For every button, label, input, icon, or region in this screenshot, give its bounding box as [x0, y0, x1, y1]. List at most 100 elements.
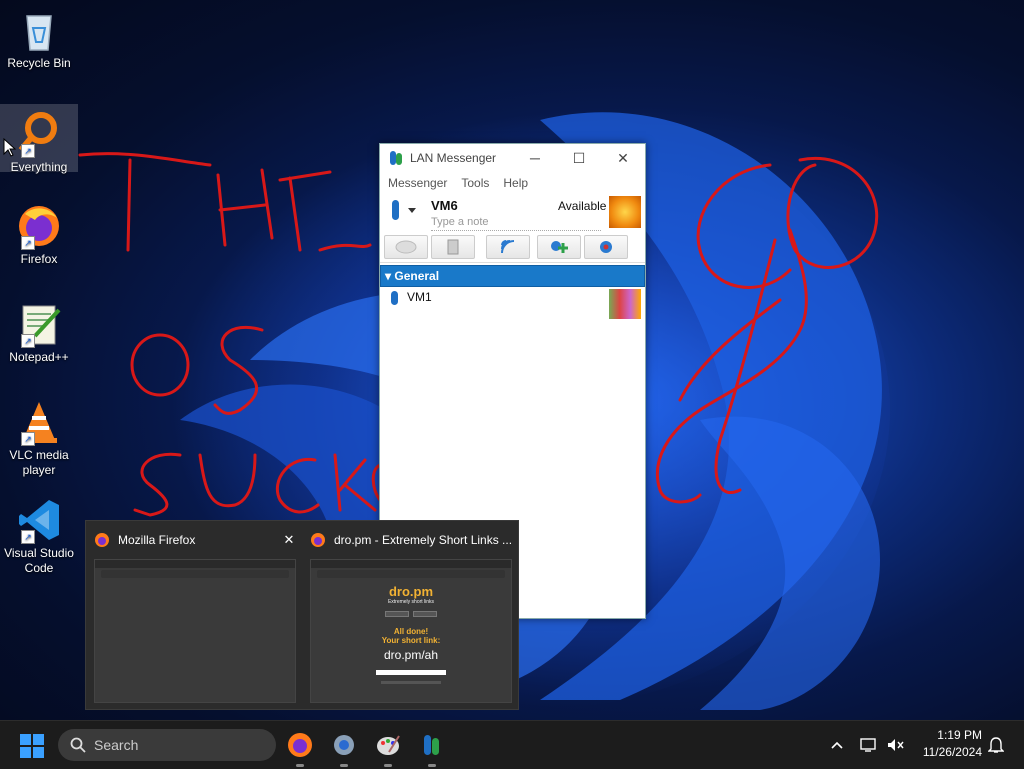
group-header-general[interactable]: ▾ General: [380, 265, 645, 287]
user-panel: VM6 Available Type a note: [380, 194, 645, 232]
desktop-icon-recycle-bin[interactable]: Recycle Bin: [0, 0, 78, 76]
lan-messenger-icon: [424, 735, 439, 755]
contact-item[interactable]: VM1: [380, 287, 645, 321]
vlc-cone-icon: ↗: [15, 398, 63, 446]
clock[interactable]: 1:19 PM 11/26/2024: [904, 727, 982, 761]
shortcut-arrow-icon: ↗: [21, 432, 35, 446]
user-name: VM6: [431, 198, 458, 213]
dropm-tagline: Extremely short links: [387, 599, 435, 605]
shortcut-arrow-icon: ↗: [21, 530, 35, 544]
desktop-icon-label: Everything: [10, 160, 68, 174]
dropm-done: All done!: [393, 627, 429, 636]
running-indicator: [296, 764, 304, 767]
contact-status-icon: [391, 291, 398, 305]
settings-button[interactable]: [584, 235, 628, 259]
running-indicator: [340, 764, 348, 767]
search-icon: [70, 737, 86, 753]
dropm-your-link: Your short link:: [381, 636, 441, 645]
tray-chevron[interactable]: [830, 721, 846, 769]
clock-date: 11/26/2024: [922, 745, 982, 759]
add-contact-button[interactable]: [537, 235, 581, 259]
notepad-plus-plus-icon: ↗: [15, 300, 63, 348]
desktop-icon-vscode[interactable]: ↗ Visual Studio Code: [0, 490, 78, 580]
thumbnail-dropm-window[interactable]: dro.pm - Extremely Short Links ... dro.p…: [302, 521, 518, 709]
tray-network[interactable]: [860, 721, 880, 769]
toolbar: [380, 232, 645, 263]
firefox-icon: [311, 533, 325, 547]
menu-bar: Messenger Tools Help: [380, 172, 645, 194]
vscode-icon: ↗: [15, 496, 63, 544]
menu-messenger[interactable]: Messenger: [388, 176, 447, 190]
desktop-icon-label: Firefox: [20, 252, 58, 266]
gear-icon: [600, 241, 612, 253]
running-indicator: [384, 764, 392, 767]
thumbnail-preview: [94, 559, 296, 703]
taskbar-settings[interactable]: [328, 729, 360, 767]
note-input[interactable]: Type a note: [431, 216, 601, 231]
desktop-icon-vlc[interactable]: ↗ VLC media player: [0, 392, 78, 482]
windows-logo-icon: [20, 734, 44, 758]
mouse-cursor-icon: [3, 138, 17, 157]
thumbnail-titlebar: dro.pm - Extremely Short Links ...: [302, 521, 518, 559]
file-icon: [447, 239, 459, 255]
search-box[interactable]: Search: [58, 729, 276, 761]
user-status[interactable]: Available: [558, 199, 606, 213]
thumbnail-close-button[interactable]: ✕: [276, 532, 302, 548]
contact-avatar: [609, 289, 641, 319]
volume-muted-icon: [888, 739, 904, 751]
settings-gear-icon: [334, 735, 354, 755]
clock-time: 1:19 PM: [937, 728, 982, 742]
running-indicator: [428, 764, 436, 767]
user-status-icon[interactable]: [390, 198, 418, 222]
desktop-icon-firefox[interactable]: ↗ Firefox: [0, 196, 78, 272]
broadcast-icon: [501, 240, 515, 254]
dropm-logo: dro.pm: [388, 584, 434, 599]
desktop-icon-label: Recycle Bin: [7, 56, 71, 70]
tray-notifications[interactable]: [988, 721, 1006, 769]
maximize-button[interactable]: ☐: [557, 144, 601, 172]
thumbnail-titlebar: Mozilla Firefox ✕: [86, 521, 302, 559]
minimize-button[interactable]: ─: [513, 144, 557, 172]
network-icon: [860, 738, 876, 752]
thumbnail-preview: dro.pm Extremely short links All done! Y…: [310, 559, 512, 703]
shortcut-arrow-icon: ↗: [21, 334, 35, 348]
menu-help[interactable]: Help: [503, 176, 528, 190]
desktop-icon-label: VLC media player: [9, 448, 69, 477]
everything-icon: ↗: [15, 110, 63, 158]
thumbnail-title: Mozilla Firefox: [118, 533, 196, 547]
menu-tools[interactable]: Tools: [461, 176, 489, 190]
send-file-button[interactable]: [431, 235, 475, 259]
paint-palette-icon: [377, 735, 400, 755]
window-title: LAN Messenger: [410, 151, 497, 165]
search-placeholder: Search: [94, 737, 139, 753]
bell-icon: [988, 737, 1004, 753]
desktop-icon-label: Notepad++: [9, 350, 69, 364]
dropm-short-link: dro.pm/ah: [383, 648, 439, 662]
close-button[interactable]: ✕: [601, 144, 645, 172]
shortcut-arrow-icon: ↗: [21, 144, 35, 158]
taskbar-thumbnails: Mozilla Firefox ✕ dro.pm - Extremely Sho…: [85, 520, 519, 710]
desktop-icon-label: Visual Studio Code: [4, 546, 74, 575]
taskbar-lan-messenger[interactable]: [416, 729, 448, 767]
chat-bubble-icon: [395, 240, 417, 254]
taskbar-paint[interactable]: [372, 729, 404, 767]
chevron-up-icon: [831, 741, 843, 749]
shortcut-arrow-icon: ↗: [21, 236, 35, 250]
thumbnail-firefox-window[interactable]: Mozilla Firefox ✕: [86, 521, 302, 709]
contact-name: VM1: [407, 290, 432, 304]
group-name: General: [394, 269, 440, 283]
chat-button[interactable]: [384, 235, 428, 259]
broadcast-button[interactable]: [486, 235, 530, 259]
start-button[interactable]: [20, 734, 44, 758]
thumbnail-title: dro.pm - Extremely Short Links ...: [334, 533, 513, 547]
firefox-icon: [288, 733, 312, 757]
desktop-icon-notepad-plus-plus[interactable]: ↗ Notepad++: [0, 294, 78, 370]
firefox-icon: [95, 533, 109, 547]
tray-volume[interactable]: [886, 721, 906, 769]
lan-messenger-titlebar[interactable]: LAN Messenger ─ ☐ ✕: [380, 144, 645, 172]
taskbar-firefox[interactable]: [284, 729, 316, 767]
user-avatar[interactable]: [609, 196, 641, 228]
lan-messenger-app-icon: [390, 151, 402, 165]
add-contact-icon: [551, 241, 568, 253]
firefox-icon: ↗: [15, 202, 63, 250]
